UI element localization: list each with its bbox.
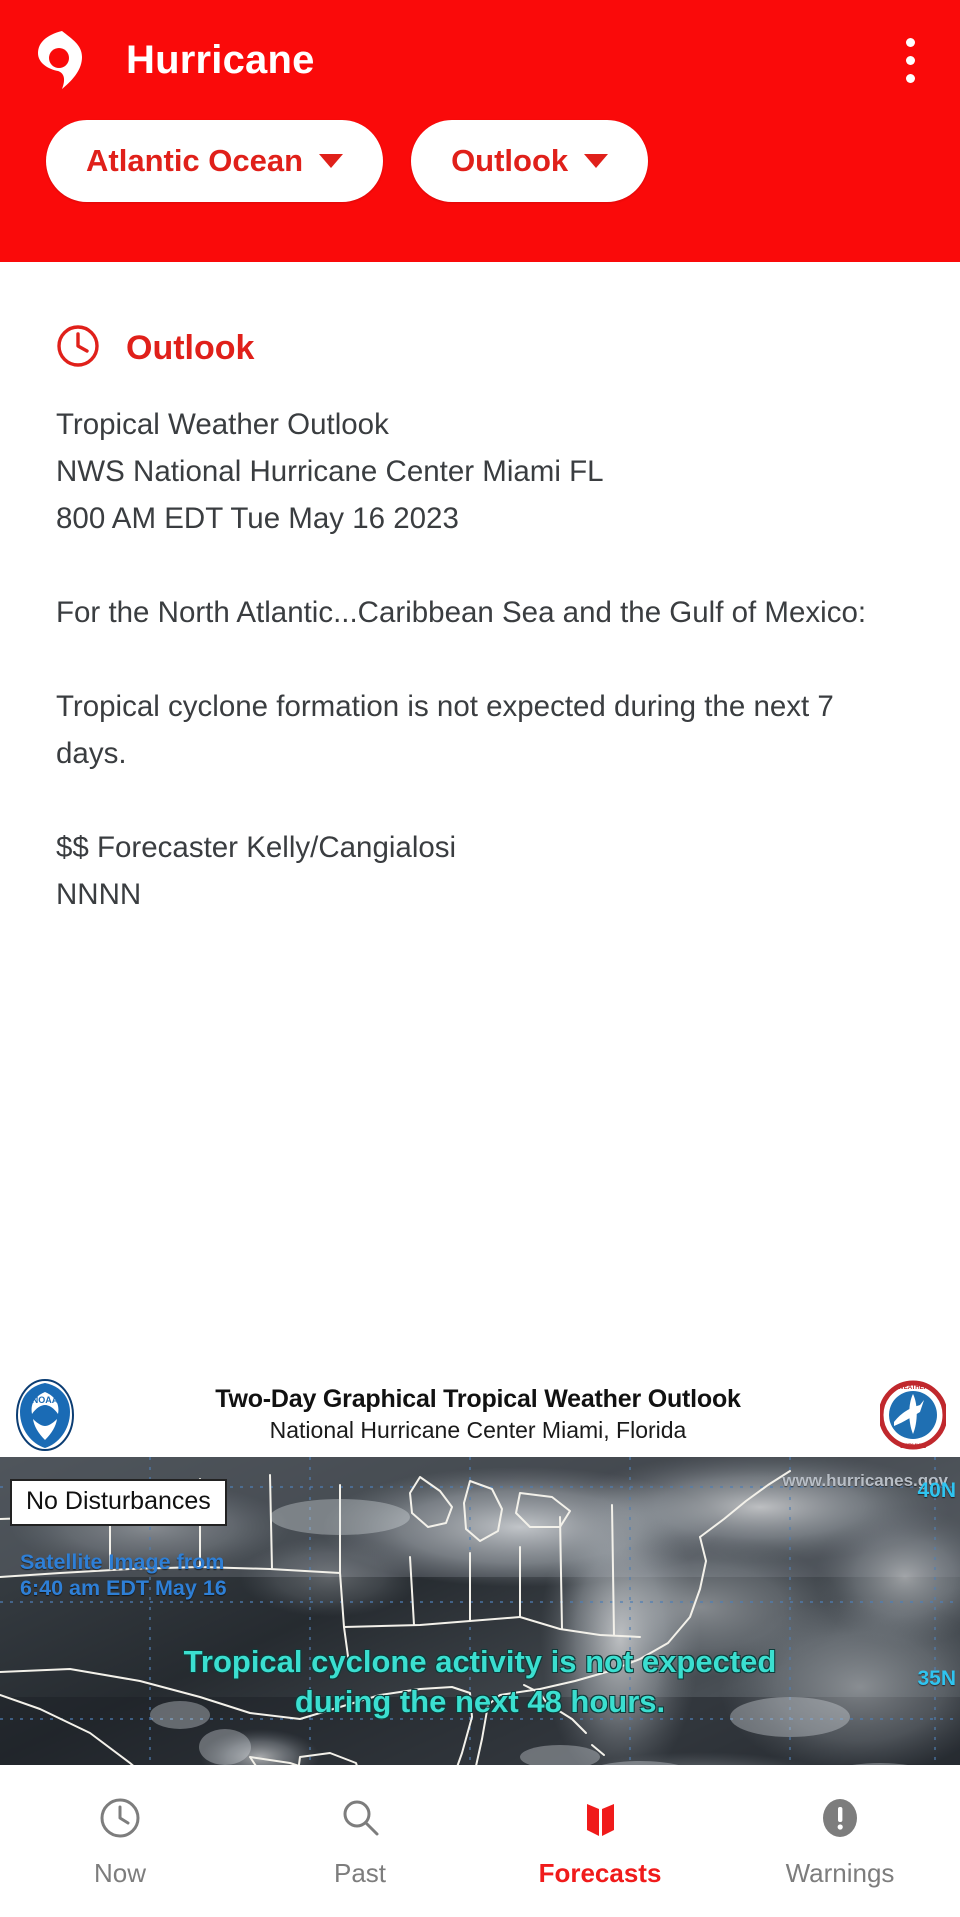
no-disturbances-label: No Disturbances <box>10 1479 227 1526</box>
nav-label-warnings: Warnings <box>785 1857 895 1888</box>
overflow-dot <box>905 73 915 83</box>
map-banner-text: Tropical cyclone activity is not expecte… <box>183 1644 777 1719</box>
chevron-down-icon <box>584 154 609 168</box>
app-screen: Hurricane Atlantic Ocean Outlook Outlook… <box>0 0 960 1917</box>
outlook-section-header: Outlook <box>0 262 960 373</box>
nav-item-forecasts[interactable]: Forecasts <box>480 1765 720 1917</box>
overflow-dot <box>905 55 915 65</box>
basin-selector-label: Atlantic Ocean <box>86 143 304 178</box>
product-selector-chip[interactable]: Outlook <box>411 120 649 202</box>
satellite-image-timestamp: Satellite Image from 6:40 am EDT May 16 <box>20 1550 227 1600</box>
overflow-dot <box>905 37 915 47</box>
alert-circle-icon <box>818 1794 862 1842</box>
page-title: Outlook <box>126 329 255 367</box>
nav-label-now: Now <box>93 1857 146 1888</box>
nav-label-forecasts: Forecasts <box>538 1857 662 1888</box>
app-bar: Hurricane Atlantic Ocean Outlook <box>0 0 960 262</box>
latitude-label-40n: 40N <box>917 1479 956 1502</box>
more-vertical-icon[interactable] <box>882 27 938 93</box>
nav-label-past: Past <box>333 1857 387 1888</box>
latitude-label-35n: 35N <box>917 1667 956 1690</box>
nav-item-warnings[interactable]: Warnings <box>720 1765 960 1917</box>
bottom-navigation: Now Past Forecasts Warnings <box>0 1765 960 1917</box>
app-bar-top-row: Hurricane <box>0 0 960 120</box>
clock-icon <box>98 1794 142 1842</box>
noaa-logo-icon: NOAA <box>14 1378 76 1452</box>
app-title: Hurricane <box>126 37 315 82</box>
nav-item-past[interactable]: Past <box>240 1765 480 1917</box>
filter-chip-row: Atlantic Ocean Outlook <box>0 120 960 202</box>
content-area: Outlook Tropical Weather Outlook NWS Nat… <box>0 262 960 1917</box>
graphic-subtitle: National Hurricane Center Miami, Florida <box>269 1417 687 1443</box>
svg-text:NOAA: NOAA <box>32 1395 59 1405</box>
nav-item-now[interactable]: Now <box>0 1765 240 1917</box>
svg-text:SERVICE: SERVICE <box>900 1444 926 1450</box>
basin-selector-chip[interactable]: Atlantic Ocean <box>46 120 384 202</box>
map-icon <box>578 1794 622 1842</box>
hurricane-icon <box>32 29 88 91</box>
outlook-body-text: Tropical Weather Outlook NWS National Hu… <box>56 408 867 911</box>
graphic-title-block: Two-Day Graphical Tropical Weather Outlo… <box>76 1385 880 1444</box>
clock-icon <box>56 324 100 373</box>
graphic-header: NOAA Two-Day Graphical Tropical Weather … <box>0 1372 960 1457</box>
nws-logo-icon: WEATHER SERVICE <box>878 1378 948 1452</box>
graphic-title: Two-Day Graphical Tropical Weather Outlo… <box>215 1385 741 1413</box>
product-selector-label: Outlook <box>451 143 569 178</box>
search-icon <box>338 1794 382 1842</box>
svg-text:WEATHER: WEATHER <box>898 1385 929 1391</box>
chevron-down-icon <box>319 154 344 168</box>
